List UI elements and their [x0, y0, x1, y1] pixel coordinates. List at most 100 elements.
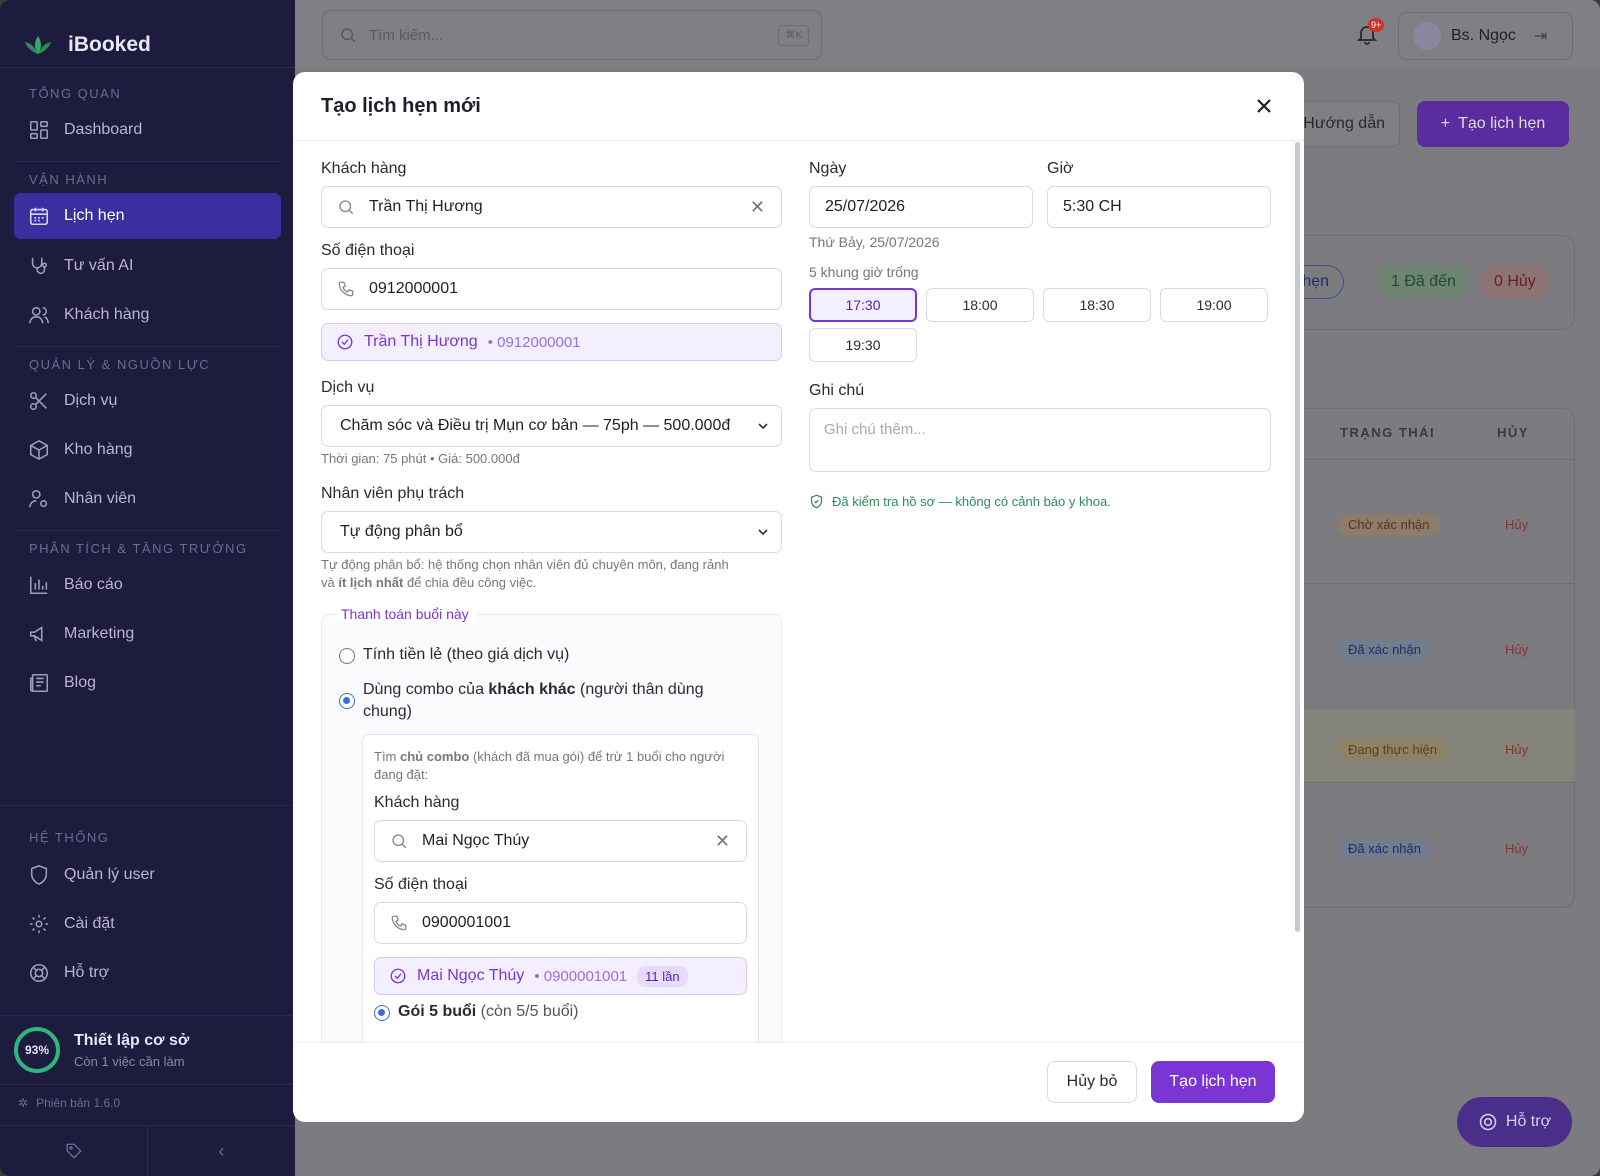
user-gear-icon — [29, 489, 48, 508]
date-input[interactable]: 25/07/2026 — [809, 186, 1033, 228]
sidebar-item-support[interactable]: Hỗ trợ — [14, 950, 281, 996]
search-input[interactable]: Tìm kiếm... ⌘K — [322, 10, 822, 60]
service-label: Dịch vụ — [321, 379, 375, 396]
time-slot[interactable]: 19:30 — [809, 328, 917, 362]
create-appointment-dialog: Tạo lịch hẹn mới Khách hàng Trần Thị Hươ… — [293, 72, 1304, 1122]
clear-icon[interactable]: ✕ — [715, 831, 730, 852]
row-divider — [1275, 782, 1575, 783]
shield-check-icon — [810, 494, 823, 509]
section-title-system: HỆ THỐNG — [29, 830, 110, 845]
logout-icon[interactable]: ⇥ — [1534, 26, 1547, 46]
time-slot[interactable]: 18:30 — [1043, 288, 1151, 322]
notification-badge: 9+ — [1368, 18, 1385, 32]
stat-pill-arrived[interactable]: 1 Đã đến — [1377, 265, 1470, 299]
cancel-link[interactable]: Hủy — [1505, 517, 1528, 532]
scrollbar[interactable] — [1295, 142, 1300, 932]
phone-label: Số điện thoại — [321, 242, 415, 259]
staff-hint-line-2: và ít lịch nhất để chia đều công việc. — [321, 575, 536, 590]
app-window: iBooked TỔNG QUAN Dashboard VẬN HÀNH Lịc… — [0, 0, 1600, 1176]
user-menu[interactable]: Bs. Ngọc ⇥ — [1398, 12, 1573, 60]
customer-label: Khách hàng — [321, 160, 407, 177]
tag-icon[interactable] — [0, 1126, 148, 1176]
app-logo[interactable]: iBooked — [0, 0, 295, 68]
visit-count-badge: 11 lần — [637, 965, 688, 987]
collapse-sidebar-icon[interactable]: ‹ — [148, 1126, 295, 1176]
submit-button[interactable]: Tạo lịch hẹn — [1151, 1061, 1275, 1103]
close-icon[interactable] — [1252, 94, 1276, 118]
search-icon — [339, 200, 354, 215]
combo-phone-input[interactable]: 0900001001 — [374, 902, 747, 944]
shield-icon — [30, 865, 48, 886]
note-textarea[interactable]: Ghi chú thêm... — [809, 408, 1271, 472]
chip-owner-phone: • 0900001001 — [534, 967, 628, 985]
sidebar-item-ai-consult[interactable]: Tư vấn AI — [14, 243, 281, 289]
cancel-link[interactable]: Hủy — [1505, 841, 1528, 856]
combo-customer-input[interactable]: Mai Ngọc Thúy ✕ — [374, 820, 747, 862]
sidebar-item-settings[interactable]: Cài đặt — [14, 901, 281, 947]
sidebar-item-label: Quản lý user — [64, 866, 155, 883]
combo-owner-chip[interactable]: Mai Ngọc Thúy • 0900001001 11 lần — [374, 957, 747, 995]
sidebar-item-user-management[interactable]: Quản lý user — [14, 852, 281, 898]
staff-value: Tự động phân bổ — [340, 523, 463, 540]
cancel-link[interactable]: Hủy — [1505, 742, 1528, 757]
new-appointment-button[interactable]: + Tạo lịch hẹn — [1417, 101, 1569, 147]
clear-icon[interactable]: ✕ — [750, 197, 765, 218]
time-slot[interactable]: 17:30 — [809, 288, 917, 322]
app-name: iBooked — [68, 32, 151, 56]
sidebar-item-reports[interactable]: Báo cáo — [14, 562, 281, 608]
chip-owner-name: Mai Ngọc Thúy — [417, 967, 525, 984]
notification-button[interactable]: 9+ — [1355, 18, 1385, 48]
medical-check-text: Đã kiểm tra hồ sơ — không có cảnh báo y … — [832, 494, 1111, 509]
pay-single-radio[interactable] — [339, 648, 355, 664]
avatar — [1413, 22, 1441, 50]
pay-combo-radio[interactable] — [339, 693, 355, 709]
sidebar-item-label: Tư vấn AI — [64, 257, 134, 274]
scissors-icon — [29, 391, 47, 411]
label-text: (người thân dùng — [575, 681, 704, 698]
cancel-link[interactable]: Hủy — [1505, 642, 1528, 657]
section-title-operations: VẬN HÀNH — [29, 172, 109, 187]
hint-text: (khách đã mua gói) để trừ 1 buổi cho ngư… — [469, 749, 725, 764]
chip-customer-phone: • 0912000001 — [487, 333, 581, 351]
help-fab[interactable]: Hỗ trợ — [1457, 1097, 1572, 1147]
sidebar-item-inventory[interactable]: Kho hàng — [14, 427, 281, 473]
sidebar-item-staff[interactable]: Nhân viên — [14, 476, 281, 522]
time-slot[interactable]: 18:00 — [926, 288, 1034, 322]
sidebar-item-blog[interactable]: Blog — [14, 660, 281, 706]
check-circle-icon — [390, 968, 406, 984]
setup-progress[interactable]: 93% Thiết lập cơ sở Còn 1 việc cần làm — [0, 1015, 295, 1085]
status-badge: Đã xác nhận — [1338, 838, 1431, 859]
sparkle-icon: ✲ — [18, 1096, 29, 1110]
selected-customer-chip[interactable]: Trần Thị Hương • 0912000001 — [321, 323, 782, 361]
cancel-button[interactable]: Hủy bỏ — [1047, 1061, 1137, 1103]
note-label: Ghi chú — [809, 382, 865, 399]
service-hint: Thời gian: 75 phút • Giá: 500.000đ — [321, 451, 520, 466]
users-icon — [29, 306, 49, 324]
date-label: Ngày — [809, 160, 847, 177]
section-title-analytics: PHÂN TÍCH & TĂNG TRƯỞNG — [29, 541, 248, 556]
divider — [14, 161, 281, 162]
sidebar-item-label: Marketing — [64, 625, 135, 642]
service-select[interactable]: Chăm sóc và Điều trị Mụn cơ bản — 75ph —… — [321, 405, 782, 447]
phone-input[interactable]: 0912000001 — [321, 268, 782, 310]
staff-hint-line-1: Tự động phân bổ: hệ thống chọn nhân viên… — [321, 557, 729, 572]
staff-select[interactable]: Tự động phân bổ — [321, 511, 782, 553]
package-label[interactable]: Gói 5 buổi (còn 5/5 buổi) — [398, 1001, 579, 1023]
combo-customer-label: Khách hàng — [374, 794, 460, 811]
chip-customer-name: Trần Thị Hương — [364, 333, 478, 350]
slots-label: 5 khung giờ trống — [809, 264, 919, 280]
stat-pill-cancelled[interactable]: 0 Hủy — [1480, 265, 1550, 299]
package-radio[interactable] — [374, 1005, 390, 1021]
sidebar-item-customers[interactable]: Khách hàng — [14, 292, 281, 338]
customer-search-input[interactable]: Trần Thị Hương ✕ — [321, 186, 782, 228]
sidebar-item-appointments[interactable]: Lịch hẹn — [14, 193, 281, 239]
sidebar-item-services[interactable]: Dịch vụ — [14, 378, 281, 424]
version-text: Phiên bản 1.6.0 — [36, 1096, 121, 1110]
pay-combo-label[interactable]: Dùng combo của khách khác (người thân dù… — [363, 679, 763, 723]
time-input[interactable]: 5:30 CH — [1047, 186, 1271, 228]
package-remaining: (còn 5/5 buổi) — [476, 1003, 579, 1020]
sidebar-item-dashboard[interactable]: Dashboard — [14, 107, 281, 153]
sidebar-item-marketing[interactable]: Marketing — [14, 611, 281, 657]
time-slot[interactable]: 19:00 — [1160, 288, 1268, 322]
pay-single-label[interactable]: Tính tiền lẻ (theo giá dịch vụ) — [363, 644, 569, 666]
